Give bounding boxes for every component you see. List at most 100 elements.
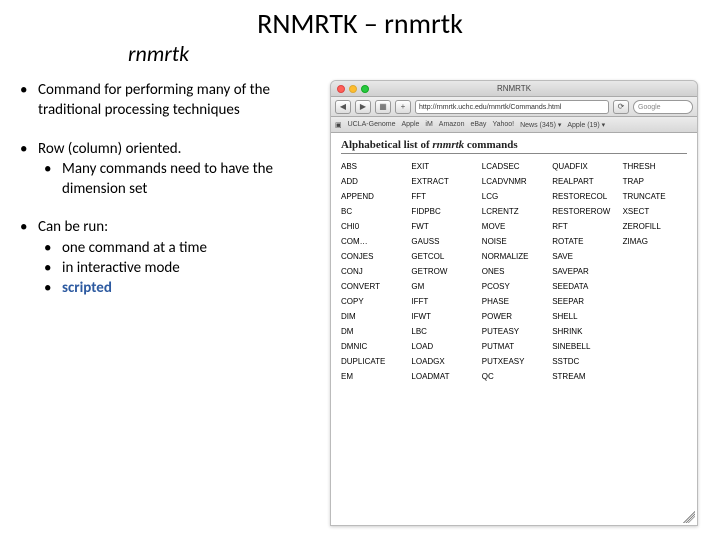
command-link xyxy=(623,252,687,261)
command-link[interactable]: LOAD xyxy=(411,342,475,351)
command-link[interactable]: SSTDC xyxy=(552,357,616,366)
command-link[interactable]: LCG xyxy=(482,192,546,201)
bookmark-item[interactable]: iM xyxy=(425,121,432,128)
command-link[interactable]: CONJ xyxy=(341,267,405,276)
command-link[interactable]: ONES xyxy=(482,267,546,276)
command-link[interactable]: COM… xyxy=(341,237,405,246)
command-link[interactable]: CONJES xyxy=(341,252,405,261)
resize-handle-icon[interactable] xyxy=(683,511,695,523)
forward-button[interactable]: ▶ xyxy=(355,100,371,114)
window-title: RNMRTK xyxy=(331,84,697,93)
command-link[interactable]: FWT xyxy=(411,222,475,231)
command-link[interactable]: CHI0 xyxy=(341,222,405,231)
command-link[interactable]: BC xyxy=(341,207,405,216)
command-link[interactable]: POWER xyxy=(482,312,546,321)
command-link[interactable]: EM xyxy=(341,372,405,381)
bookmarks-button[interactable]: ▦ xyxy=(375,100,391,114)
bookmark-item[interactable]: News (345) ▾ xyxy=(520,121,561,129)
command-link[interactable]: GETROW xyxy=(411,267,475,276)
command-link[interactable]: SAVEPAR xyxy=(552,267,616,276)
command-link[interactable]: SEEDATA xyxy=(552,282,616,291)
command-link[interactable]: ADD xyxy=(341,177,405,186)
command-link[interactable]: CONVERT xyxy=(341,282,405,291)
list-item: in interactive mode xyxy=(44,258,310,278)
list-item: Row (column) oriented. xyxy=(20,139,310,159)
command-link[interactable]: QC xyxy=(482,372,546,381)
bullet-list: Command for performing many of the tradi… xyxy=(20,80,310,316)
command-link[interactable]: LCRENTZ xyxy=(482,207,546,216)
add-button[interactable]: + xyxy=(395,100,411,114)
command-link[interactable]: SHELL xyxy=(552,312,616,321)
command-link xyxy=(623,357,687,366)
search-field[interactable]: Google xyxy=(633,100,693,114)
command-link[interactable]: LBC xyxy=(411,327,475,336)
command-link[interactable]: GM xyxy=(411,282,475,291)
command-link[interactable]: DMNIC xyxy=(341,342,405,351)
command-link[interactable]: DIM xyxy=(341,312,405,321)
command-link[interactable]: PHASE xyxy=(482,297,546,306)
command-link xyxy=(623,327,687,336)
command-grid: ABS ADD APPEND BC CHI0 COM… CONJES CONJ CONVERT C… xyxy=(341,162,687,387)
command-link[interactable]: RESTOREROW xyxy=(552,207,616,216)
command-link[interactable]: REALPART xyxy=(552,177,616,186)
command-link[interactable]: PUTMAT xyxy=(482,342,546,351)
command-link[interactable]: DUPLICATE xyxy=(341,357,405,366)
command-link[interactable]: FFT xyxy=(411,192,475,201)
slide-title: RNMRTK – rnmrtk xyxy=(0,6,720,41)
bookmarks-bar: ▣ UCLA-Genome Apple iM Amazon eBay Yahoo… xyxy=(331,117,697,133)
command-link[interactable]: PUTXEASY xyxy=(482,357,546,366)
command-link[interactable]: RFT xyxy=(552,222,616,231)
command-link[interactable]: APPEND xyxy=(341,192,405,201)
command-link xyxy=(623,297,687,306)
command-link[interactable]: TRUNCATE xyxy=(623,192,687,201)
command-link xyxy=(623,312,687,321)
back-button[interactable]: ◀ xyxy=(335,100,351,114)
command-link[interactable]: XSECT xyxy=(623,207,687,216)
list-item: Many commands need to have the dimension… xyxy=(44,159,310,200)
command-link[interactable]: TRAP xyxy=(623,177,687,186)
command-link[interactable]: PCOSY xyxy=(482,282,546,291)
window-titlebar: RNMRTK xyxy=(331,81,697,97)
command-link[interactable]: PUTEASY xyxy=(482,327,546,336)
command-link[interactable]: GETCOL xyxy=(411,252,475,261)
command-link[interactable]: SAVE xyxy=(552,252,616,261)
command-link[interactable]: SINEBELL xyxy=(552,342,616,351)
bookmark-item[interactable]: Apple (19) ▾ xyxy=(567,121,605,129)
command-link[interactable]: NOISE xyxy=(482,237,546,246)
command-link[interactable]: ZIMAG xyxy=(623,237,687,246)
list-item: Command for performing many of the tradi… xyxy=(20,80,310,121)
command-link[interactable]: ROTATE xyxy=(552,237,616,246)
bookmark-item[interactable]: Yahoo! xyxy=(492,121,514,128)
command-link[interactable]: THRESH xyxy=(623,162,687,171)
command-link[interactable]: SHRINK xyxy=(552,327,616,336)
command-link[interactable]: NORMALIZE xyxy=(482,252,546,261)
bookmark-item[interactable]: Amazon xyxy=(439,121,465,128)
command-link[interactable]: QUADFIX xyxy=(552,162,616,171)
command-link[interactable]: LCADSEC xyxy=(482,162,546,171)
command-link[interactable]: IFWT xyxy=(411,312,475,321)
bookmark-item[interactable]: UCLA-Genome xyxy=(348,121,396,128)
bookmark-item[interactable]: eBay xyxy=(470,121,486,128)
bookmarks-menu-icon[interactable]: ▣ xyxy=(335,121,342,129)
url-field[interactable]: http://rnmrtk.uchc.edu/rnmrtk/Commands.h… xyxy=(415,100,609,114)
command-link[interactable]: ABS xyxy=(341,162,405,171)
command-link[interactable]: EXIT xyxy=(411,162,475,171)
command-link[interactable]: DM xyxy=(341,327,405,336)
command-link[interactable]: EXTRACT xyxy=(411,177,475,186)
command-link[interactable]: RESTORECOL xyxy=(552,192,616,201)
command-link[interactable]: SEEPAR xyxy=(552,297,616,306)
command-link[interactable]: STREAM xyxy=(552,372,616,381)
command-link[interactable]: COPY xyxy=(341,297,405,306)
command-link[interactable]: IFFT xyxy=(411,297,475,306)
command-link[interactable]: MOVE xyxy=(482,222,546,231)
command-link[interactable]: ZEROFILL xyxy=(623,222,687,231)
command-link[interactable]: LOADMAT xyxy=(411,372,475,381)
command-link xyxy=(623,372,687,381)
command-link[interactable]: FIDPBC xyxy=(411,207,475,216)
reload-button[interactable]: ⟳ xyxy=(613,100,629,114)
command-link[interactable]: LOADGX xyxy=(411,357,475,366)
browser-window: RNMRTK ◀ ▶ ▦ + http://rnmrtk.uchc.edu/rn… xyxy=(330,80,698,526)
bookmark-item[interactable]: Apple xyxy=(401,121,419,128)
command-link[interactable]: LCADVNMR xyxy=(482,177,546,186)
command-link[interactable]: GAUSS xyxy=(411,237,475,246)
